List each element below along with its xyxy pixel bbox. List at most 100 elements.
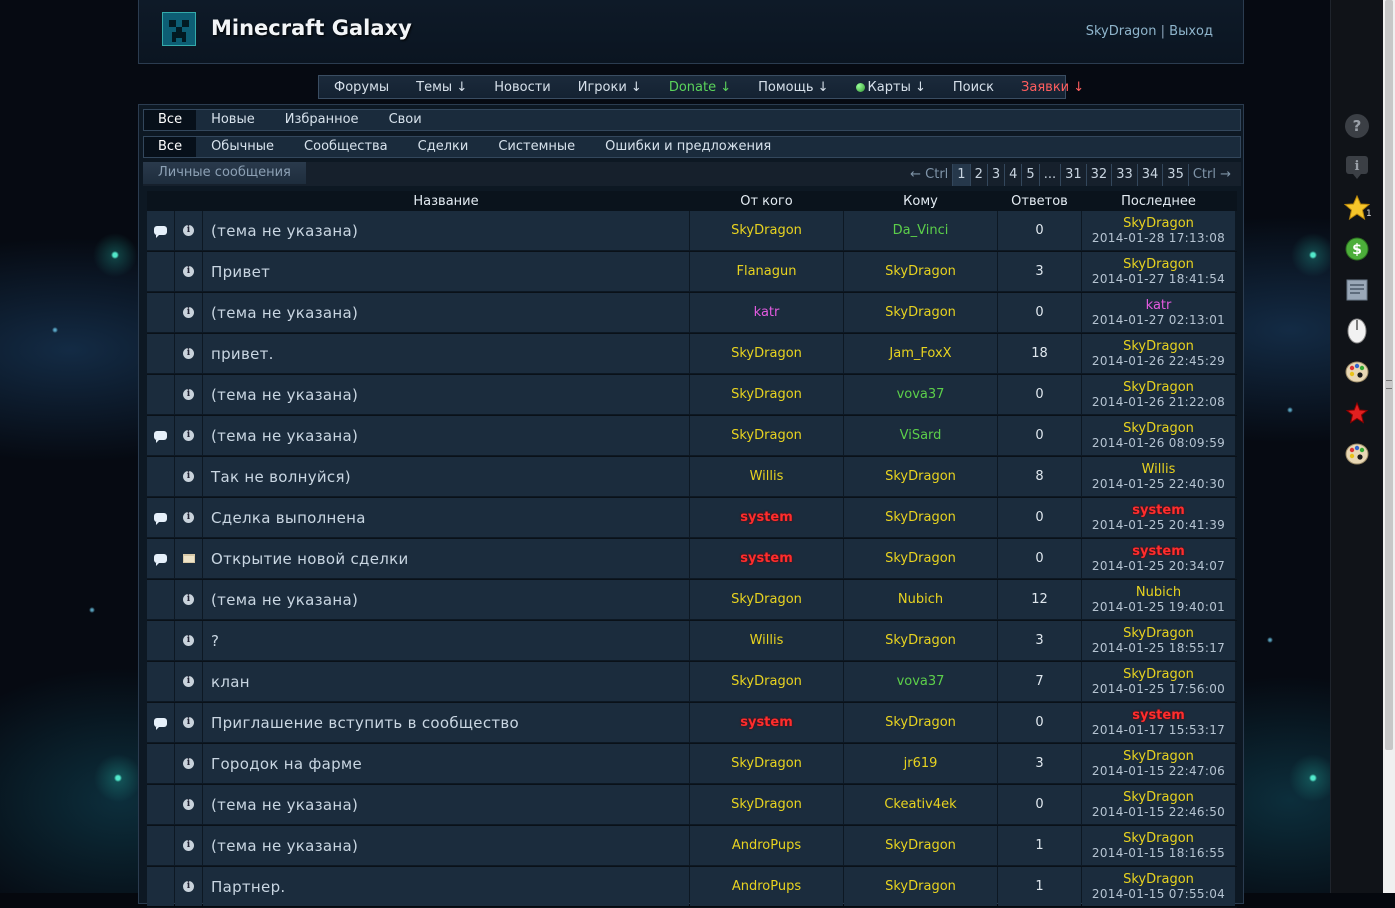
table-row[interactable]: i (тема не указана) SkyDragon Nubich 12 Nubic… [147,580,1237,621]
from-user-link[interactable]: AndroPups [732,879,801,894]
to-user-link[interactable]: SkyDragon [885,879,956,894]
nav-item[interactable]: Поиск [953,80,994,95]
from-user-link[interactable]: Willis [750,633,784,648]
to-user-link[interactable]: SkyDragon [885,305,956,320]
to-user-link[interactable]: vova37 [897,387,945,402]
page-scrollbar[interactable] [1383,0,1395,893]
filter-tab[interactable]: Новые [196,110,270,130]
message-title-link[interactable]: клан [203,662,689,701]
col-answers-header[interactable]: Ответов [998,194,1081,209]
site-title[interactable]: Minecraft Galaxy [211,16,412,40]
message-title-link[interactable]: (тема не указана) [203,211,689,250]
table-row[interactable]: i клан SkyDragon vova37 7 SkyDragon 2014-01-25… [147,662,1237,703]
filter-tab[interactable]: Избранное [270,110,374,130]
table-row[interactable]: i (тема не указана) AndroPups SkyDragon 1 Sky… [147,826,1237,867]
last-user-link[interactable]: SkyDragon [1123,790,1194,805]
star-icon[interactable]: 1 [1343,194,1372,221]
message-title-link[interactable]: привет. [203,334,689,373]
last-user-link[interactable]: SkyDragon [1123,339,1194,354]
from-user-link[interactable]: SkyDragon [731,797,802,812]
message-title-link[interactable]: (тема не указана) [203,580,689,619]
table-row[interactable]: i (тема не указана) SkyDragon ViSard 0 SkyDra… [147,416,1237,457]
last-user-link[interactable]: Willis [1142,462,1176,477]
nav-item[interactable]: Форумы [334,80,389,95]
nav-item[interactable]: Карты ↓ [855,80,926,95]
palette-icon[interactable] [1344,441,1370,467]
message-title-link[interactable]: Городок на фарме [203,744,689,783]
help-icon[interactable]: ? [1344,113,1370,139]
message-title-link[interactable]: Партнер. [203,867,689,906]
from-user-link[interactable]: SkyDragon [731,756,802,771]
type-tab[interactable]: Сделки [403,137,484,157]
pager-page[interactable]: 3 [986,164,1004,186]
table-row[interactable]: i Сделка выполнена system SkyDragon 0 system 2… [147,498,1237,539]
message-title-link[interactable]: Так не волнуйся) [203,457,689,496]
type-tab[interactable]: Системные [483,137,590,157]
to-user-link[interactable]: ViSard [900,428,942,443]
red-star-icon[interactable] [1344,400,1370,426]
table-row[interactable]: i Так не волнуйся) Willis SkyDragon 8 Willis 2… [147,457,1237,498]
last-user-link[interactable]: system [1132,544,1185,559]
last-user-link[interactable]: SkyDragon [1123,216,1194,231]
creeper-logo-icon[interactable] [162,12,196,46]
from-user-link[interactable]: SkyDragon [731,223,802,238]
table-row[interactable]: i Приглашение вступить в сообщество system… [147,703,1237,744]
to-user-link[interactable]: SkyDragon [885,715,956,730]
table-row[interactable]: i? Willis SkyDragon 3 SkyDragon 2014-01-25 18… [147,621,1237,662]
last-user-link[interactable]: SkyDragon [1123,380,1194,395]
pager-page[interactable]: 34 [1136,164,1163,186]
from-user-link[interactable]: Flanagun [737,264,797,279]
message-title-link[interactable]: (тема не указана) [203,826,689,865]
message-title-link[interactable]: (тема не указана) [203,785,689,824]
mouse-icon[interactable] [1344,318,1370,344]
type-tab[interactable]: Все [144,137,197,157]
nav-item[interactable]: Заявки ↓ [1021,80,1084,95]
type-tab[interactable]: Ошибки и предложения [590,137,786,157]
message-title-link[interactable]: Привет [203,252,689,291]
to-user-link[interactable]: Jam_FoxX [889,346,951,361]
nav-item[interactable]: Donate ↓ [669,80,731,95]
scrollbar-thumb[interactable] [1385,0,1393,750]
col-to-header[interactable]: Кому [844,194,997,209]
to-user-link[interactable]: Da_Vinci [893,223,949,238]
last-user-link[interactable]: system [1132,503,1185,518]
from-user-link[interactable]: SkyDragon [731,592,802,607]
message-title-link[interactable]: ? [203,621,689,660]
document-icon[interactable] [1344,277,1370,303]
pager-prev[interactable]: ← Ctrl [906,164,952,186]
last-user-link[interactable]: SkyDragon [1123,257,1194,272]
from-user-link[interactable]: system [740,551,793,566]
dollar-icon[interactable]: $ [1344,236,1370,262]
from-user-link[interactable]: katr [754,305,780,320]
table-row[interactable]: i Городок на фарме SkyDragon jr619 3 SkyDrago… [147,744,1237,785]
nav-item[interactable]: Помощь ↓ [758,80,828,95]
pager-page[interactable]: 1 [952,164,970,186]
message-title-link[interactable]: Сделка выполнена [203,498,689,537]
to-user-link[interactable]: jr619 [904,756,938,771]
table-row[interactable]: i привет. SkyDragon Jam_FoxX 18 SkyDragon 2014… [147,334,1237,375]
from-user-link[interactable]: SkyDragon [731,387,802,402]
to-user-link[interactable]: Nubich [898,592,943,607]
to-user-link[interactable]: SkyDragon [885,510,956,525]
type-tab[interactable]: Обычные [196,137,289,157]
table-row[interactable]: i (тема не указана) SkyDragon Ckeativ4ek 0 Sk… [147,785,1237,826]
last-user-link[interactable]: SkyDragon [1123,872,1194,887]
filter-tab[interactable]: Свои [374,110,437,130]
message-title-link[interactable]: (тема не указана) [203,416,689,455]
last-user-link[interactable]: SkyDragon [1123,421,1194,436]
last-user-link[interactable]: SkyDragon [1123,831,1194,846]
from-user-link[interactable]: Willis [750,469,784,484]
to-user-link[interactable]: SkyDragon [885,551,956,566]
from-user-link[interactable]: SkyDragon [731,346,802,361]
pager-page[interactable]: 5 [1021,164,1038,186]
to-user-link[interactable]: SkyDragon [885,469,956,484]
palette-icon[interactable] [1344,359,1370,385]
to-user-link[interactable]: vova37 [897,674,945,689]
nav-item[interactable]: Новости [494,80,551,95]
last-user-link[interactable]: system [1132,708,1185,723]
pager-page[interactable]: 32 [1085,164,1112,186]
from-user-link[interactable]: system [740,510,793,525]
to-user-link[interactable]: Ckeativ4ek [884,797,956,812]
pager-page[interactable]: 4 [1004,164,1021,186]
table-row[interactable]: i (тема не указана) katr SkyDragon 0 katr 2014… [147,293,1237,334]
